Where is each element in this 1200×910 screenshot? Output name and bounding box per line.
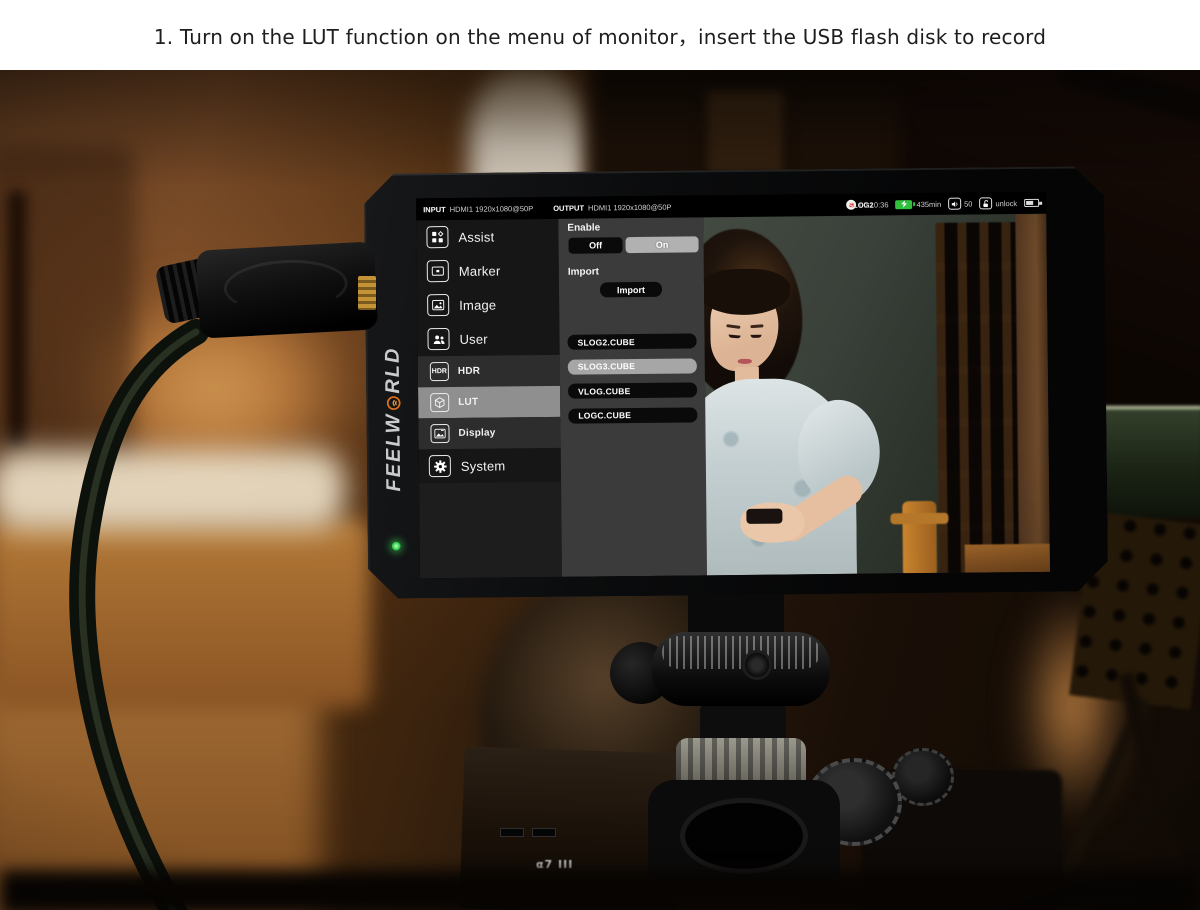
menu-item-marker[interactable]: Marker [417,253,559,288]
import-label: Import [568,266,599,277]
menu-item-hdr[interactable]: HDR HDR [418,355,560,387]
lut-file-slog3[interactable]: SLOG3.CUBE [568,358,697,374]
power-led [392,542,401,551]
brand-suffix: RLD [381,346,404,393]
marker-icon [427,260,449,282]
battery-runtime: 435min [916,199,941,208]
lut-off-button[interactable]: Off [568,237,622,254]
user-icon [427,328,449,350]
caption-banner: 1. Turn on the LUT function on the menu … [0,0,1200,70]
field-monitor: FEELW RLD INPUT HDMI1 1920x1080@50P [364,166,1108,599]
battery-level-icon [1024,199,1039,207]
lut-settings-panel: Enable Off On Import Import SLOG2.CUBE S… [558,217,707,576]
mount-shoe-block [700,706,786,744]
menu-item-display[interactable]: Display [418,417,560,449]
screenshot-root: 1. Turn on the LUT function on the menu … [0,0,1200,910]
menu-item-lut[interactable]: LUT [418,386,560,418]
live-video-feed [703,214,1050,576]
background-floor [0,682,320,910]
input-value: HDMI1 1920x1080@50P [450,204,534,214]
menu-item-label: User [459,331,487,346]
caption-text: 1. Turn on the LUT function on the menu … [154,21,1046,50]
lut-on-button[interactable]: On [625,236,698,253]
rig-rod [1119,672,1195,910]
background-tablecloth [0,450,345,530]
menu-item-label: System [461,458,506,473]
output-label: OUTPUT [553,203,584,212]
menu-item-system[interactable]: System [419,448,561,483]
brand-prefix: FEELW [382,413,406,492]
menu-item-label: Assist [458,229,494,244]
speaker-icon [948,198,961,210]
brand-logo: FEELW RLD [373,301,413,536]
image-icon [427,294,449,316]
lock-state: unlock [995,199,1017,208]
background-chair [0,145,135,475]
mount-knob [610,642,672,704]
camera-port [532,828,556,837]
camera-viewfinder [648,780,840,892]
menu-item-label: Marker [459,263,501,278]
battery-charging-icon [895,200,912,209]
camera-mode-dial [806,758,902,846]
input-label: INPUT [423,205,446,214]
assist-icon [426,226,448,248]
output-value: HDMI1 1920x1080@50P [588,202,672,212]
camera-exposure-dial [892,748,954,806]
background-chair-leg [8,190,26,450]
display-icon [430,424,449,443]
lut-file-vlog[interactable]: VLOG.CUBE [568,382,697,398]
camera-top-plate [459,746,683,910]
menu-item-user[interactable]: User [417,321,559,356]
gamma-indicator: SLOG2 [848,200,874,209]
background-bench [0,518,370,708]
camera-eyecup [680,798,808,874]
volume-status: 50 [948,198,972,210]
import-button[interactable]: Import [600,282,662,298]
lut-file-logc[interactable]: LOGC.CUBE [568,407,697,423]
foreground-shadow [0,870,1200,910]
lut-file-slog2[interactable]: SLOG2.CUBE [567,333,696,349]
camera-port [500,828,524,837]
video-vignette [703,214,1050,576]
mount-tilt-barrel [652,632,830,706]
menu-item-label: LUT [458,397,478,408]
photo-scene: α7 III FEELW RLD [0,70,1200,910]
monitor-screen: INPUT HDMI1 1920x1080@50P OUTPUT HDMI1 1… [416,192,1050,579]
gear-icon [429,455,451,477]
usb-gold-pins [358,276,376,310]
mount-lock-ring [676,738,806,794]
unlock-icon [979,197,992,209]
camera-model-label: α7 III [536,858,573,871]
menu-item-image[interactable]: Image [417,287,559,322]
enable-label: Enable [567,222,600,233]
volume-value: 50 [964,199,972,208]
menu-item-assist[interactable]: Assist [416,219,558,254]
status-indicators: 00:10:36 435min 50 [846,197,1039,211]
camera-lens-blur [480,570,770,860]
background-picture-frame [700,85,790,180]
menu-item-label: Image [459,297,496,312]
battery-runtime-status: 435min [895,199,941,208]
menu-item-label: HDR [458,366,480,377]
menu-item-label: Display [458,428,495,439]
lock-status: unlock [979,197,1017,209]
rig-rod [1044,697,1150,910]
camera-body [862,770,1062,910]
rig-warm-glow [1018,590,1128,820]
rig-arm [1057,70,1200,132]
hdr-icon: HDR [430,362,449,381]
output-status: OUTPUT HDMI1 1920x1080@50P [553,202,671,212]
input-status: INPUT HDMI1 1920x1080@50P [423,204,533,214]
settings-menu: Assist Marker [416,219,562,578]
usb-flash-connector [196,241,378,338]
lut-cube-icon [430,393,449,412]
logo-o-icon [386,396,401,411]
mount-screw [742,650,772,680]
menu-empty-area [419,482,562,578]
